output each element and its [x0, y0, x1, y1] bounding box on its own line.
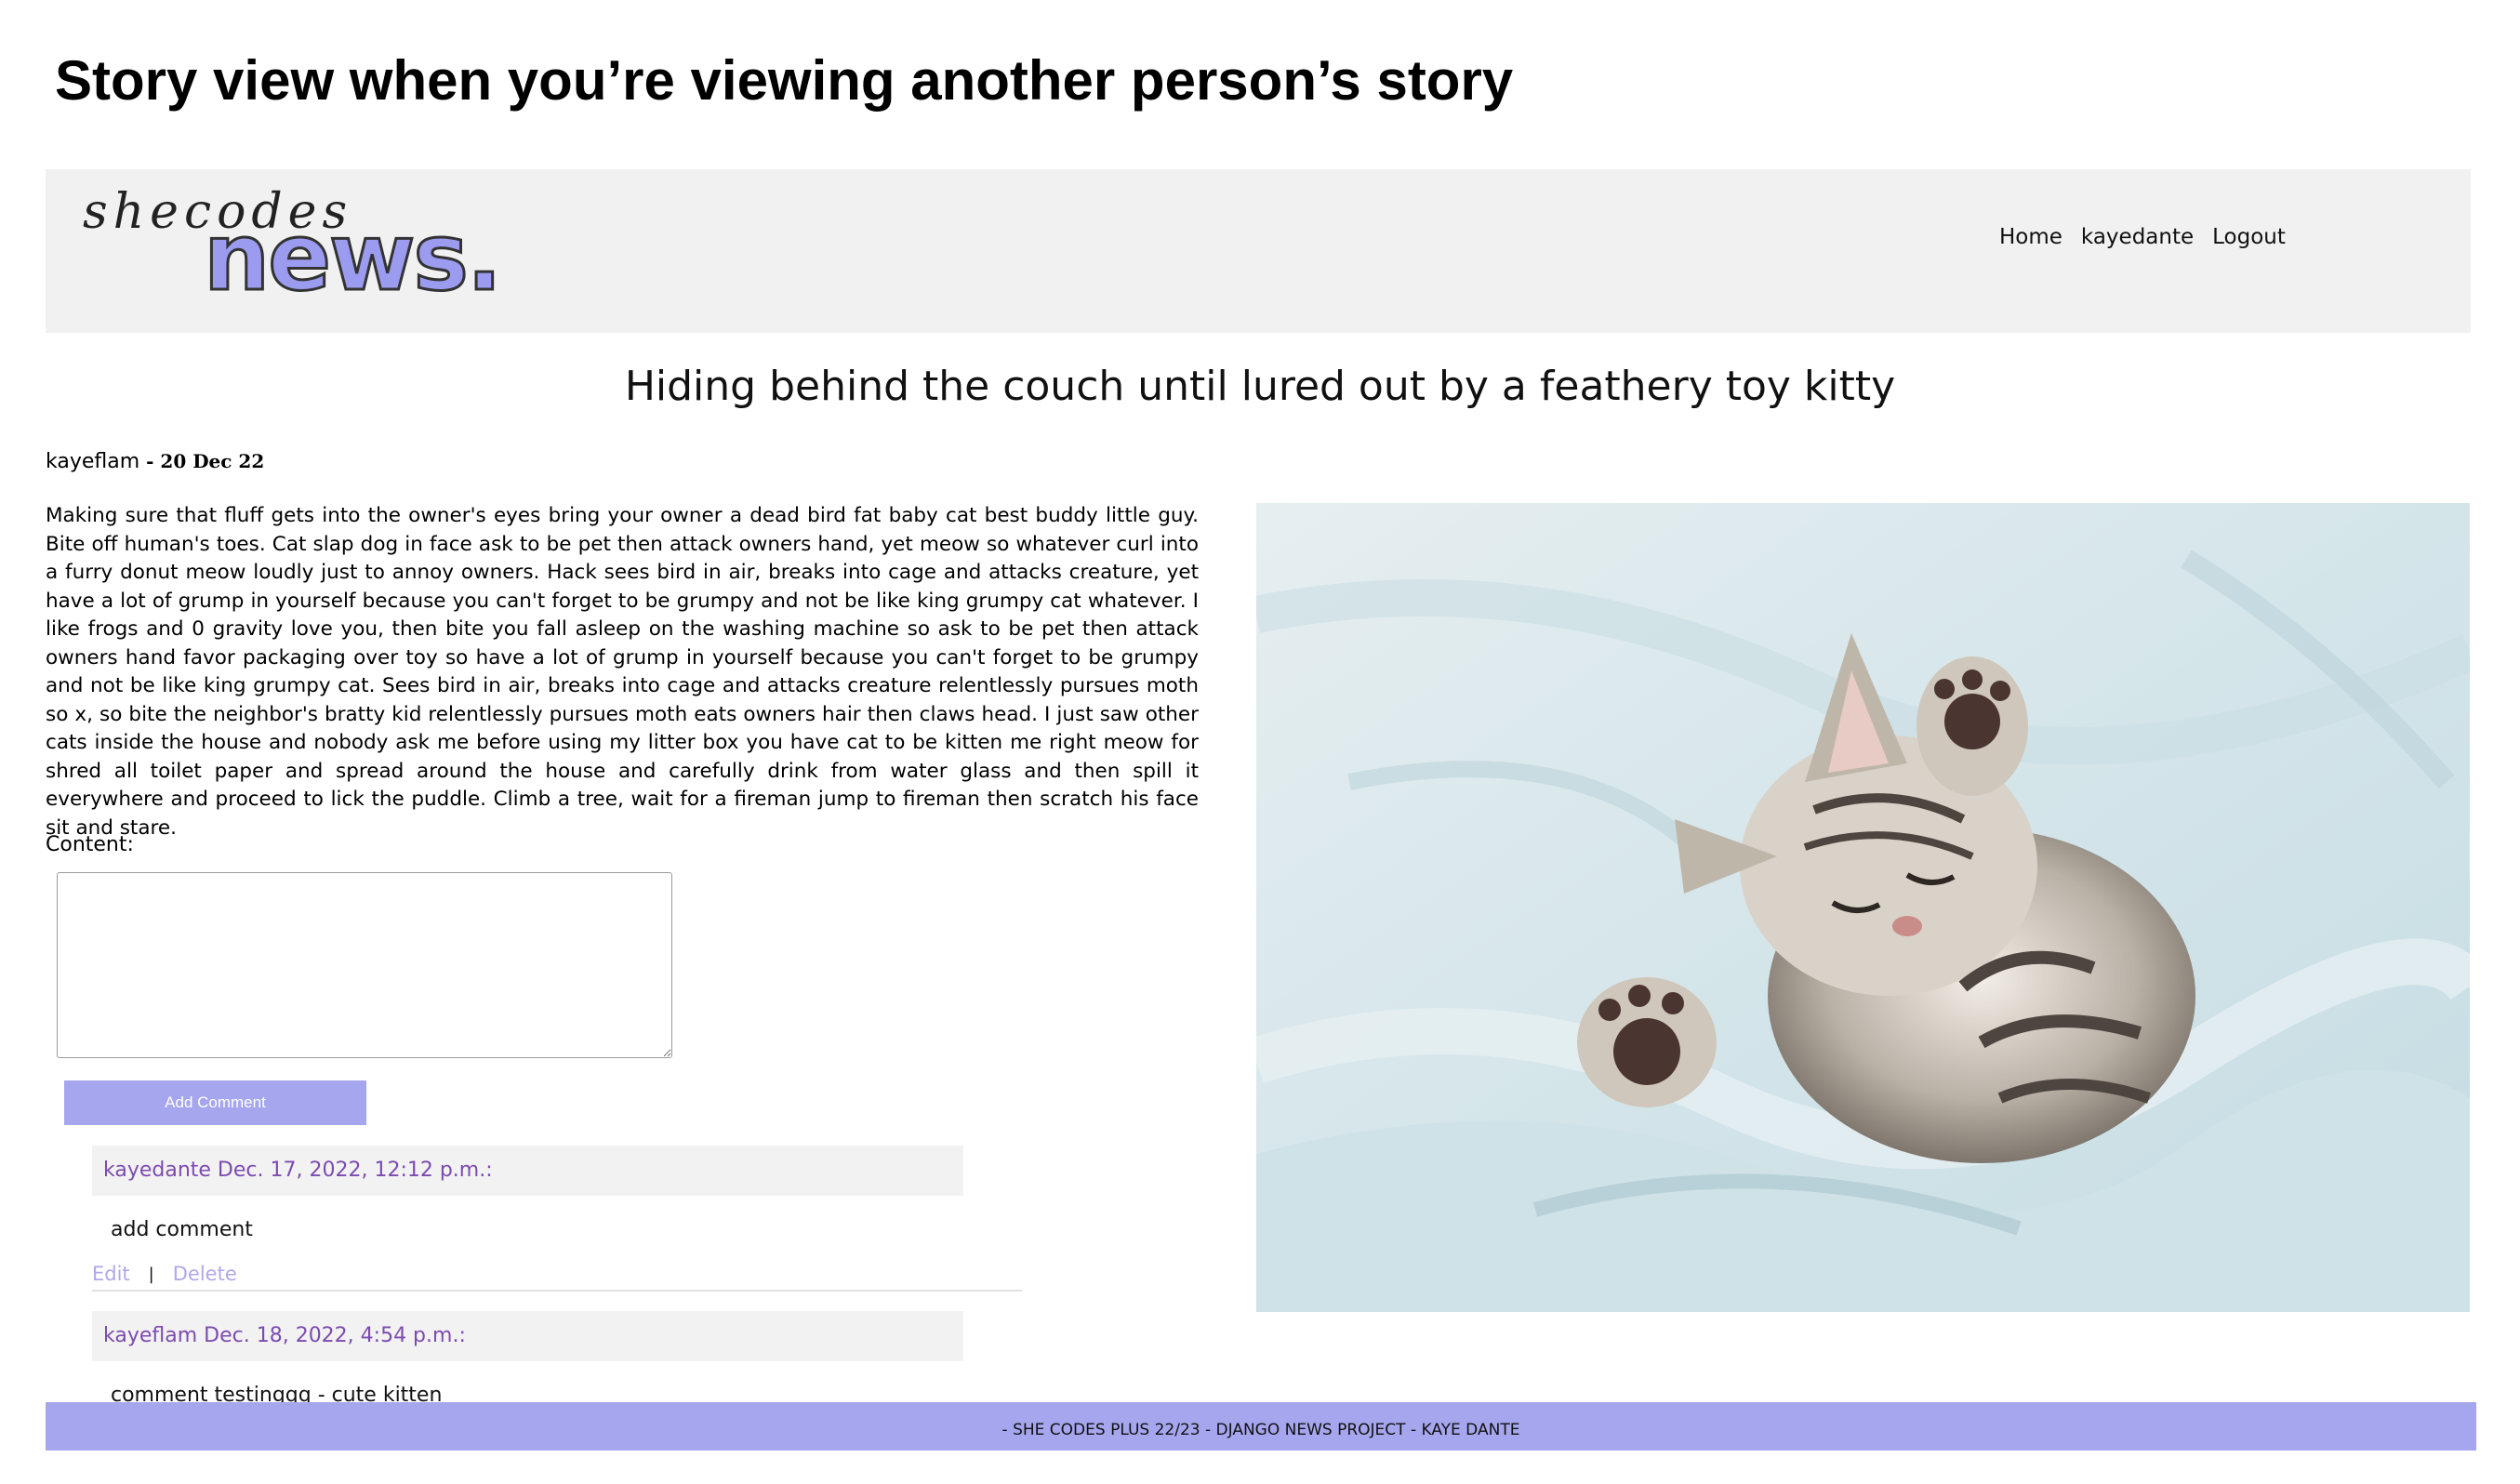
story-author: kayeflam: [46, 450, 140, 473]
story-title: Hiding behind the couch until lured out …: [624, 363, 1896, 410]
delete-comment-link[interactable]: Delete: [173, 1263, 237, 1285]
sleeping-kitten-photo-icon: [1256, 503, 2470, 1312]
navbar: shecodes news. Home kayedante Logout: [46, 169, 2471, 333]
story-body: Making sure that fluff gets into the own…: [46, 504, 1199, 840]
page-heading: Story view when you’re viewing another p…: [55, 49, 1514, 112]
comment-divider: [92, 1290, 1022, 1292]
comment-header: kayedante Dec. 17, 2022, 12:12 p.m.:: [92, 1146, 963, 1196]
story-byline: kayeflam - 20 Dec 22: [46, 450, 264, 473]
site-footer: - SHE CODES PLUS 22/23 - DJANGO NEWS PRO…: [46, 1402, 2476, 1451]
story-date: 20 Dec 22: [160, 450, 265, 472]
comment-header: kayeflam Dec. 18, 2022, 4:54 p.m.:: [92, 1311, 963, 1361]
nav-links: Home kayedante Logout: [1999, 225, 2286, 249]
story-date-separator: -: [139, 450, 161, 472]
add-comment-button[interactable]: Add Comment: [64, 1080, 366, 1125]
comment-content-input[interactable]: [57, 872, 672, 1058]
comment-actions: Edit | Delete: [92, 1263, 237, 1285]
comment-text: add comment: [111, 1218, 253, 1241]
edit-comment-link[interactable]: Edit: [92, 1263, 130, 1285]
nav-logout-link[interactable]: Logout: [2212, 225, 2286, 249]
nav-profile-link[interactable]: kayedante: [2081, 225, 2194, 249]
story-image: [1256, 503, 2470, 1312]
actions-separator: |: [148, 1264, 154, 1284]
content-label: Content:: [46, 833, 134, 856]
nav-home-link[interactable]: Home: [1999, 225, 2062, 249]
site-logo[interactable]: shecodes news.: [83, 184, 503, 324]
logo-word-text: news.: [203, 202, 504, 313]
